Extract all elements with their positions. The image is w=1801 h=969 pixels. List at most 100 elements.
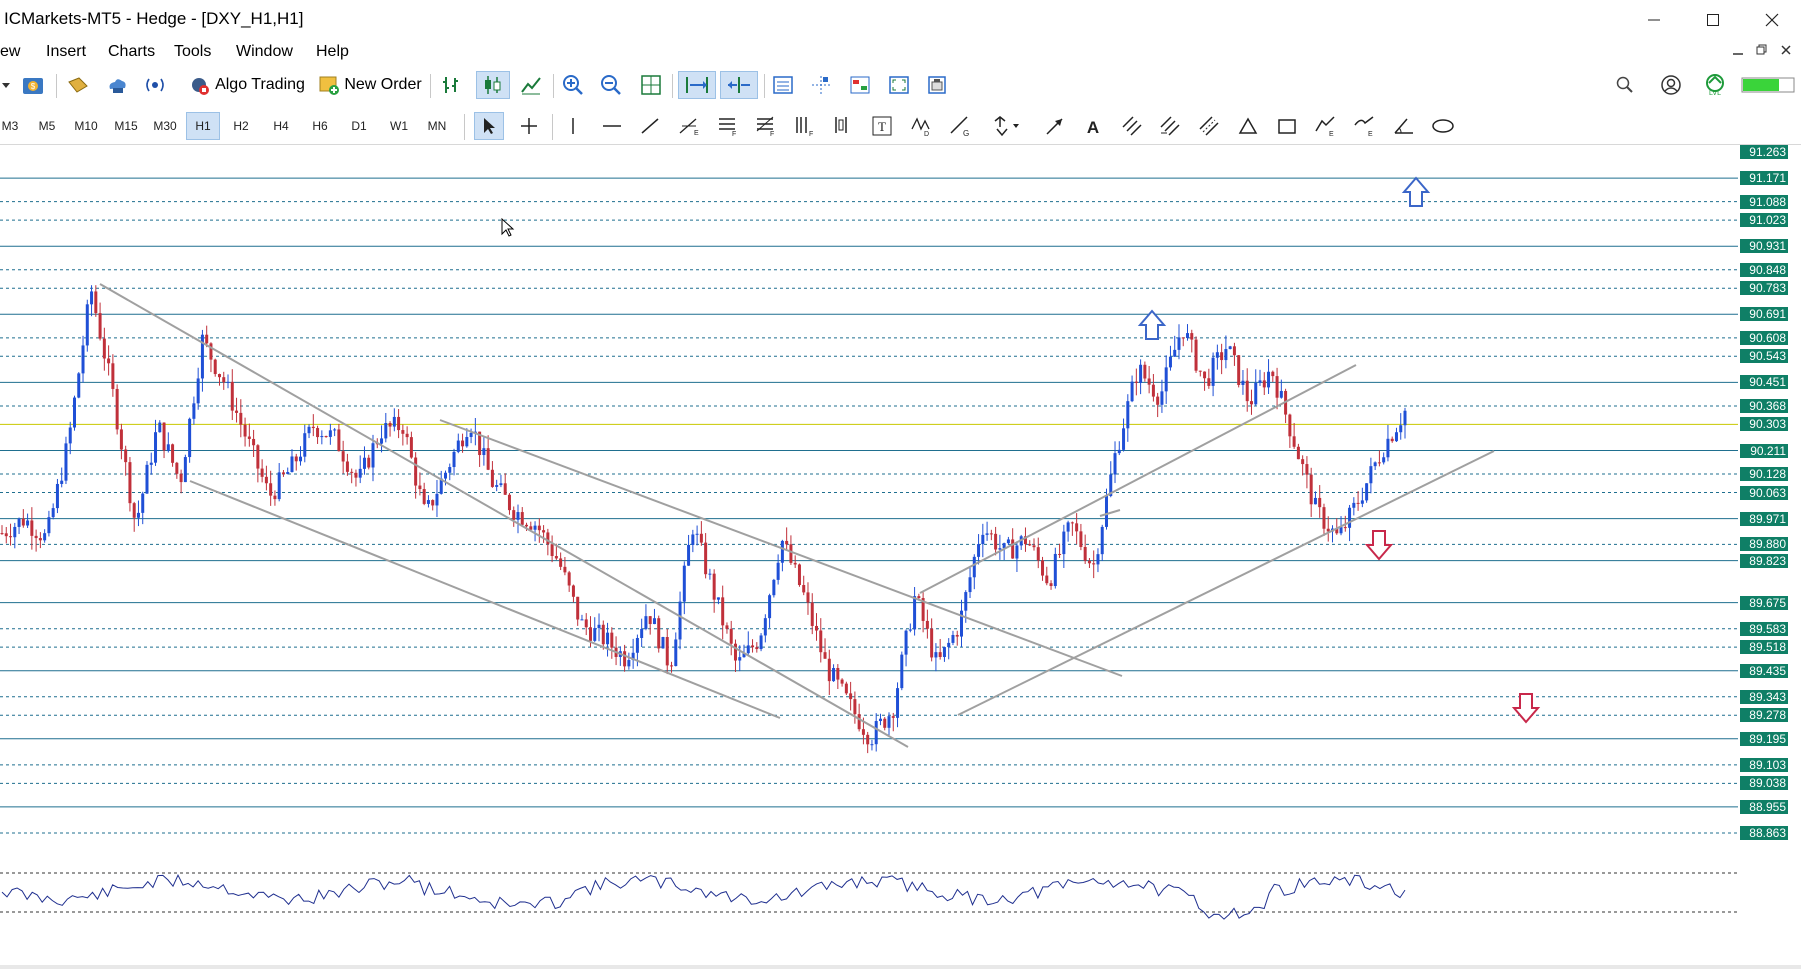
market-watch-icon[interactable]: $ [18, 71, 48, 99]
candle-body [1083, 546, 1087, 561]
vertical-line-icon[interactable] [558, 112, 588, 140]
dropdown-arrow-icon[interactable] [0, 71, 12, 99]
candle-body [802, 585, 806, 593]
trend-line-icon[interactable] [635, 112, 665, 140]
fibonacci-time-zones-icon[interactable]: F [790, 112, 820, 140]
equidistant-channel-icon[interactable] [1117, 112, 1147, 140]
timeframe-w1[interactable]: W1 [385, 112, 413, 140]
timeframe-m5[interactable]: M5 [34, 112, 60, 140]
candle-body [733, 643, 737, 661]
candle-body [1237, 355, 1241, 385]
timeframe-h1[interactable]: H1 [186, 112, 220, 140]
candle-body [47, 517, 51, 534]
candle-body [900, 654, 904, 689]
gann-line-icon[interactable]: G [945, 112, 975, 140]
mdi-restore-icon[interactable] [1756, 43, 1768, 59]
candle-body [1062, 531, 1066, 555]
broadcast-icon[interactable] [140, 71, 170, 99]
text-label-icon[interactable]: T [867, 112, 897, 140]
vps-icon[interactable] [102, 71, 132, 99]
candle-body [264, 476, 268, 484]
andrews-pitchfork-icon[interactable] [828, 112, 858, 140]
depth-of-market-icon[interactable] [845, 71, 875, 99]
timeframe-d1[interactable]: D1 [346, 112, 372, 140]
ellipse-icon[interactable] [1428, 112, 1458, 140]
cursor-tool-icon[interactable] [474, 112, 504, 140]
elliott-correction-icon[interactable]: E [1350, 112, 1380, 140]
search-icon[interactable] [1610, 71, 1640, 99]
candle-body [516, 512, 520, 520]
candle-body [26, 520, 30, 526]
connection-signal-icon [1740, 71, 1796, 99]
candle-body [635, 637, 639, 653]
mdi-minimize-icon[interactable] [1732, 43, 1744, 59]
candle-body [98, 313, 102, 339]
timeframe-h4[interactable]: H4 [268, 112, 294, 140]
candle-body [307, 426, 311, 434]
crosshair-tool-icon[interactable] [514, 112, 544, 140]
candle-body [85, 304, 89, 346]
price-label: 90.451 [1740, 375, 1788, 390]
timeframe-h2[interactable]: H2 [228, 112, 254, 140]
menu-charts[interactable]: Charts [108, 43, 155, 61]
timeframe-m15[interactable]: M15 [110, 112, 142, 140]
maximize-icon[interactable] [1684, 0, 1742, 40]
fibonacci-retracement-icon[interactable]: F [713, 112, 743, 140]
candle-body [887, 716, 891, 728]
candle-body [205, 334, 209, 344]
chart-shift-icon[interactable] [720, 71, 758, 99]
candle-body [861, 729, 865, 735]
candle-body [772, 579, 776, 596]
timeframe-m3[interactable]: M3 [0, 112, 20, 140]
zoom-in-icon[interactable] [558, 71, 588, 99]
elliott-impulse-icon[interactable]: E [1311, 112, 1341, 140]
fibonacci-expansion-icon[interactable]: F [751, 112, 781, 140]
arrows-dropdown-icon[interactable] [986, 112, 1026, 140]
close-icon[interactable] [1743, 0, 1801, 40]
candle-body [149, 462, 153, 465]
stddev-channel-icon[interactable] [1155, 112, 1185, 140]
candle-body [1369, 466, 1373, 484]
tile-windows-icon[interactable] [636, 71, 666, 99]
crosshair-data-icon[interactable] [806, 71, 836, 99]
level-status-icon[interactable]: LVL [1700, 71, 1730, 99]
menu-insert[interactable]: Insert [46, 43, 86, 61]
account-icon[interactable] [1656, 71, 1686, 99]
fullscreen-icon[interactable] [884, 71, 914, 99]
menu-window[interactable]: Window [236, 43, 293, 61]
timeframe-mn[interactable]: MN [422, 112, 452, 140]
bar-chart-icon[interactable] [437, 71, 467, 99]
trend-by-angle-icon[interactable]: E [674, 112, 704, 140]
gann-fan-icon[interactable] [1389, 112, 1419, 140]
arrowed-line-icon[interactable] [1040, 112, 1070, 140]
horizontal-line-icon[interactable] [597, 112, 627, 140]
minimize-icon[interactable] [1625, 0, 1683, 40]
timeframe-m30[interactable]: M30 [148, 112, 182, 140]
candle-body [166, 444, 170, 451]
menu-view[interactable]: ew [0, 43, 20, 61]
elliott-wave-icon[interactable]: D [906, 112, 936, 140]
zoom-out-icon[interactable] [596, 71, 626, 99]
regression-channel-icon[interactable] [1194, 112, 1224, 140]
auto-scroll-icon[interactable] [678, 71, 716, 99]
line-chart-icon[interactable] [516, 71, 546, 99]
rectangle-icon[interactable] [1272, 112, 1302, 140]
algo-trading-button[interactable]: Algo Trading [188, 71, 306, 99]
candlestick-chart-icon[interactable] [476, 71, 510, 99]
candle-body [533, 525, 537, 530]
timeframe-m10[interactable]: M10 [70, 112, 102, 140]
timeframe-h6[interactable]: H6 [307, 112, 333, 140]
candle-body [1356, 502, 1360, 504]
candle-body [226, 381, 230, 383]
menu-help[interactable]: Help [316, 43, 349, 61]
mdi-close-icon[interactable] [1780, 43, 1792, 59]
triangle-icon[interactable] [1233, 112, 1263, 140]
new-order-button[interactable]: New Order [316, 71, 424, 99]
screenshot-icon[interactable] [922, 71, 952, 99]
candle-body [661, 637, 665, 649]
text-icon[interactable]: A [1078, 112, 1108, 140]
indicators-list-icon[interactable] [768, 71, 798, 99]
signals-icon[interactable] [62, 71, 92, 99]
menu-tools[interactable]: Tools [174, 43, 211, 61]
price-chart[interactable] [0, 144, 1801, 965]
